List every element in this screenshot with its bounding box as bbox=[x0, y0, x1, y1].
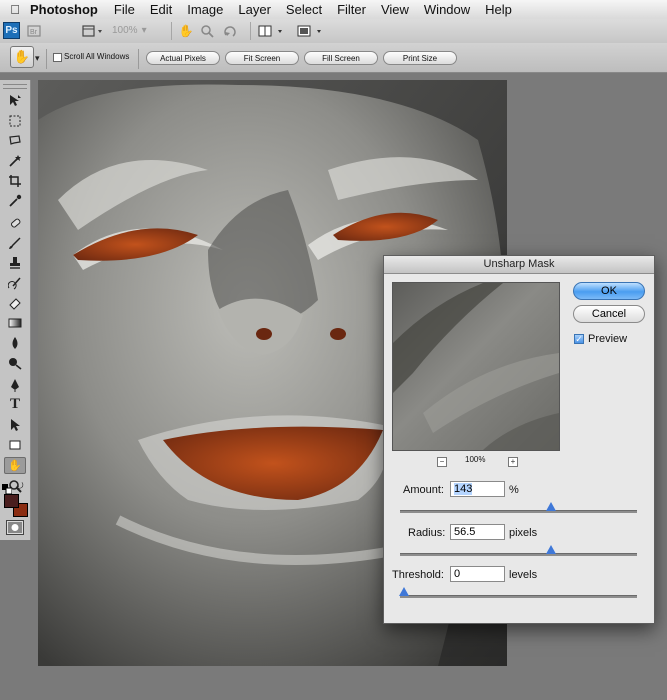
menu-view[interactable]: View bbox=[381, 2, 409, 17]
rotate-icon[interactable] bbox=[222, 23, 240, 39]
menu-file[interactable]: File bbox=[114, 2, 135, 17]
separator bbox=[46, 49, 47, 69]
hand-icon: ✋ bbox=[13, 49, 31, 64]
menu-app-name[interactable]: Photoshop bbox=[30, 2, 98, 17]
radius-input[interactable]: 56.5 bbox=[450, 524, 505, 540]
amount-slider-track[interactable] bbox=[400, 510, 637, 513]
path-selection-tool-icon[interactable] bbox=[4, 416, 26, 433]
marquee-tool-icon[interactable] bbox=[4, 112, 26, 129]
radius-slider-track[interactable] bbox=[400, 553, 637, 556]
ok-button[interactable]: OK bbox=[573, 282, 645, 300]
threshold-slider-thumb[interactable] bbox=[399, 587, 409, 596]
radius-value: 56.5 bbox=[454, 526, 476, 538]
amount-value: 143 bbox=[454, 483, 473, 495]
photoshop-logo: Ps bbox=[3, 22, 20, 39]
dodge-tool-icon[interactable] bbox=[4, 354, 26, 371]
magic-wand-tool-icon[interactable] bbox=[4, 152, 26, 169]
hand-icon[interactable]: ✋ bbox=[178, 23, 194, 39]
menu-filter[interactable]: Filter bbox=[337, 2, 366, 17]
lasso-tool-icon[interactable] bbox=[4, 132, 26, 149]
quick-mask-icon[interactable] bbox=[6, 520, 24, 535]
amount-input[interactable]: 143 bbox=[450, 481, 505, 497]
svg-text:Br: Br bbox=[30, 29, 38, 36]
crop-tool-icon[interactable] bbox=[4, 172, 26, 189]
type-tool-icon[interactable]: T bbox=[4, 396, 26, 413]
preview-zoom-level: 100% bbox=[465, 455, 486, 464]
history-brush-tool-icon[interactable] bbox=[4, 274, 26, 291]
options-bar: ✋ ▾ Scroll All Windows Actual Pixels Fit… bbox=[0, 43, 667, 73]
blur-tool-icon[interactable] bbox=[4, 334, 26, 351]
dialog-title[interactable]: Unsharp Mask bbox=[384, 256, 654, 274]
eyedropper-tool-icon[interactable] bbox=[4, 192, 26, 209]
filter-preview[interactable] bbox=[392, 282, 560, 451]
zoom-level-field[interactable]: 100% ▾ bbox=[112, 23, 152, 38]
amount-slider-thumb[interactable] bbox=[545, 502, 556, 511]
tool-preset-dropdown-icon[interactable]: ▾ bbox=[35, 53, 41, 63]
amount-unit: % bbox=[509, 484, 519, 496]
view-extras-icon[interactable] bbox=[80, 23, 108, 39]
unsharp-mask-dialog: Unsharp Mask OK Cancel ✓ Preview − 100% … bbox=[383, 255, 655, 624]
fill-screen-button[interactable]: Fill Screen bbox=[304, 51, 378, 65]
default-colors-icon[interactable] bbox=[2, 481, 13, 495]
separator bbox=[171, 22, 172, 40]
panel-grip[interactable] bbox=[3, 84, 27, 89]
menu-bar:  Photoshop File Edit Image Layer Select… bbox=[0, 0, 667, 20]
radius-slider-thumb[interactable] bbox=[545, 545, 556, 554]
preview-image bbox=[393, 283, 559, 450]
menu-help[interactable]: Help bbox=[485, 2, 512, 17]
cancel-button[interactable]: Cancel bbox=[573, 305, 645, 323]
arrange-icon[interactable] bbox=[257, 23, 289, 39]
separator bbox=[250, 22, 251, 40]
swap-colors-icon[interactable]: ⤾ bbox=[16, 481, 26, 491]
threshold-unit: levels bbox=[509, 569, 538, 581]
apple-menu-icon[interactable]:  bbox=[0, 2, 30, 17]
radius-label: Radius: bbox=[408, 527, 446, 539]
pen-tool-icon[interactable] bbox=[4, 376, 26, 393]
threshold-slider-track[interactable] bbox=[400, 595, 637, 598]
zoom-level-value: 100% bbox=[112, 25, 138, 36]
brush-tool-icon[interactable] bbox=[4, 234, 26, 251]
scroll-all-windows-checkbox[interactable] bbox=[53, 53, 62, 62]
healing-brush-tool-icon[interactable] bbox=[4, 214, 26, 231]
eraser-tool-icon[interactable] bbox=[4, 294, 26, 311]
print-size-button[interactable]: Print Size bbox=[383, 51, 457, 65]
scroll-all-windows-label: Scroll All Windows bbox=[64, 52, 130, 61]
screen-mode-icon[interactable] bbox=[296, 23, 328, 39]
amount-label: Amount: bbox=[403, 484, 444, 496]
move-tool-icon[interactable] bbox=[4, 92, 26, 109]
zoom-icon[interactable] bbox=[199, 23, 215, 39]
zoom-in-button[interactable]: + bbox=[508, 457, 518, 467]
preview-label: Preview bbox=[588, 333, 628, 345]
menu-select[interactable]: Select bbox=[286, 2, 322, 17]
actual-pixels-button[interactable]: Actual Pixels bbox=[146, 51, 220, 65]
threshold-value: 0 bbox=[454, 568, 461, 580]
foreground-color-swatch[interactable] bbox=[4, 494, 19, 508]
hand-tool-icon[interactable]: ✋ bbox=[4, 457, 26, 474]
zoom-dropdown-icon: ▾ bbox=[141, 25, 147, 36]
application-bar: Ps Br 100% ▾ ✋ bbox=[0, 19, 667, 44]
threshold-input[interactable]: 0 bbox=[450, 566, 505, 582]
separator bbox=[138, 49, 139, 69]
tool-preset-picker[interactable]: ✋ bbox=[10, 46, 34, 68]
preview-checkbox[interactable]: ✓ bbox=[574, 334, 584, 344]
fit-screen-button[interactable]: Fit Screen bbox=[225, 51, 299, 65]
menu-window[interactable]: Window bbox=[424, 2, 470, 17]
menu-image[interactable]: Image bbox=[187, 2, 223, 17]
threshold-label: Threshold: bbox=[392, 569, 444, 581]
clone-stamp-tool-icon[interactable] bbox=[4, 254, 26, 271]
bridge-icon[interactable]: Br bbox=[25, 23, 43, 39]
zoom-out-button[interactable]: − bbox=[437, 457, 447, 467]
menu-layer[interactable]: Layer bbox=[238, 2, 271, 17]
rectangle-tool-icon[interactable] bbox=[4, 436, 26, 453]
radius-unit: pixels bbox=[509, 527, 538, 539]
tools-panel: T ✋ ⤾ bbox=[0, 80, 31, 540]
gradient-tool-icon[interactable] bbox=[4, 314, 26, 331]
checkmark-icon: ✓ bbox=[575, 333, 583, 344]
menu-edit[interactable]: Edit bbox=[150, 2, 172, 17]
